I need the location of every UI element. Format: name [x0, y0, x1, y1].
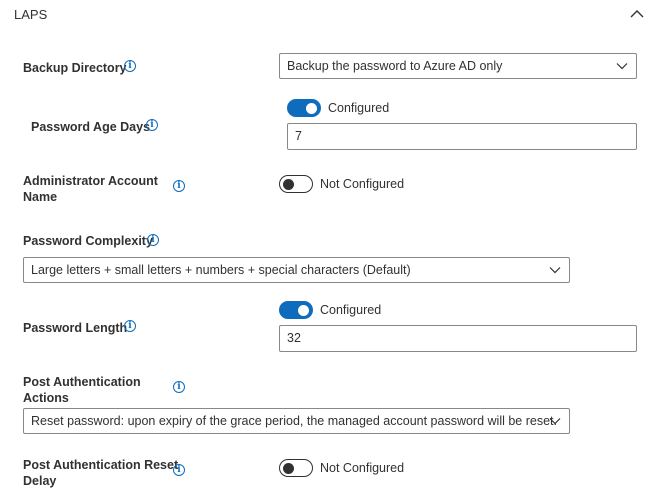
info-icon[interactable]: i [173, 464, 185, 476]
toggle-knob [283, 462, 294, 474]
password-complexity-label: Password Complexity [23, 234, 153, 248]
label-line: Actions [23, 391, 69, 405]
backup-directory-value: Backup the password to Azure AD only [287, 59, 503, 73]
post-authentication-reset-delay-label: Post Authentication Reset Delay [23, 457, 178, 489]
backup-directory-label: Backup Directory [23, 61, 127, 75]
password-length-toggle[interactable] [279, 301, 313, 319]
section-title: LAPS [14, 7, 48, 22]
post-authentication-actions-label: Post Authentication Actions [23, 374, 141, 406]
label-line: Post Authentication Reset [23, 458, 179, 472]
password-age-days-toggle[interactable] [287, 99, 321, 117]
info-icon[interactable]: i [124, 60, 136, 72]
post-authentication-reset-delay-toggle-label: Not Configured [320, 461, 405, 475]
laps-settings-panel: LAPS Backup Directory i Backup the passw… [0, 0, 661, 501]
password-complexity-dropdown[interactable]: Large letters + small letters + numbers … [23, 257, 570, 283]
password-length-toggle-label: Configured [320, 303, 382, 317]
info-icon[interactable]: i [146, 119, 158, 131]
post-authentication-reset-delay-toggle[interactable] [279, 459, 313, 477]
toggle-knob [283, 178, 294, 190]
chevron-down-icon [549, 418, 561, 425]
post-authentication-actions-dropdown[interactable]: Reset password: upon expiry of the grace… [23, 408, 570, 434]
label-line: Delay [23, 474, 57, 488]
password-age-days-input[interactable]: 7 [287, 123, 637, 150]
collapse-button[interactable] [629, 7, 645, 19]
info-icon[interactable]: i [124, 320, 136, 332]
chevron-down-icon [549, 267, 561, 274]
chevron-down-icon [616, 63, 628, 70]
chevron-up-icon [630, 10, 644, 18]
toggle-knob [306, 102, 317, 114]
label-line: Name [23, 190, 58, 204]
password-age-days-label: Password Age Days [31, 120, 151, 134]
info-icon[interactable]: i [173, 180, 185, 192]
administrator-account-name-toggle-label: Not Configured [320, 177, 405, 191]
info-icon[interactable]: i [147, 234, 159, 246]
password-age-days-toggle-label: Configured [328, 101, 390, 115]
password-length-label: Password Length [23, 321, 128, 335]
backup-directory-dropdown[interactable]: Backup the password to Azure AD only [279, 53, 637, 79]
password-length-input[interactable]: 32 [279, 325, 637, 352]
label-line: Administrator Account [23, 174, 158, 188]
administrator-account-name-toggle[interactable] [279, 175, 313, 193]
password-complexity-value: Large letters + small letters + numbers … [31, 263, 411, 277]
post-authentication-actions-value: Reset password: upon expiry of the grace… [31, 414, 557, 428]
administrator-account-name-label: Administrator Account Name [23, 173, 158, 205]
label-line: Post Authentication [23, 375, 141, 389]
toggle-knob [298, 304, 309, 316]
info-icon[interactable]: i [173, 381, 185, 393]
